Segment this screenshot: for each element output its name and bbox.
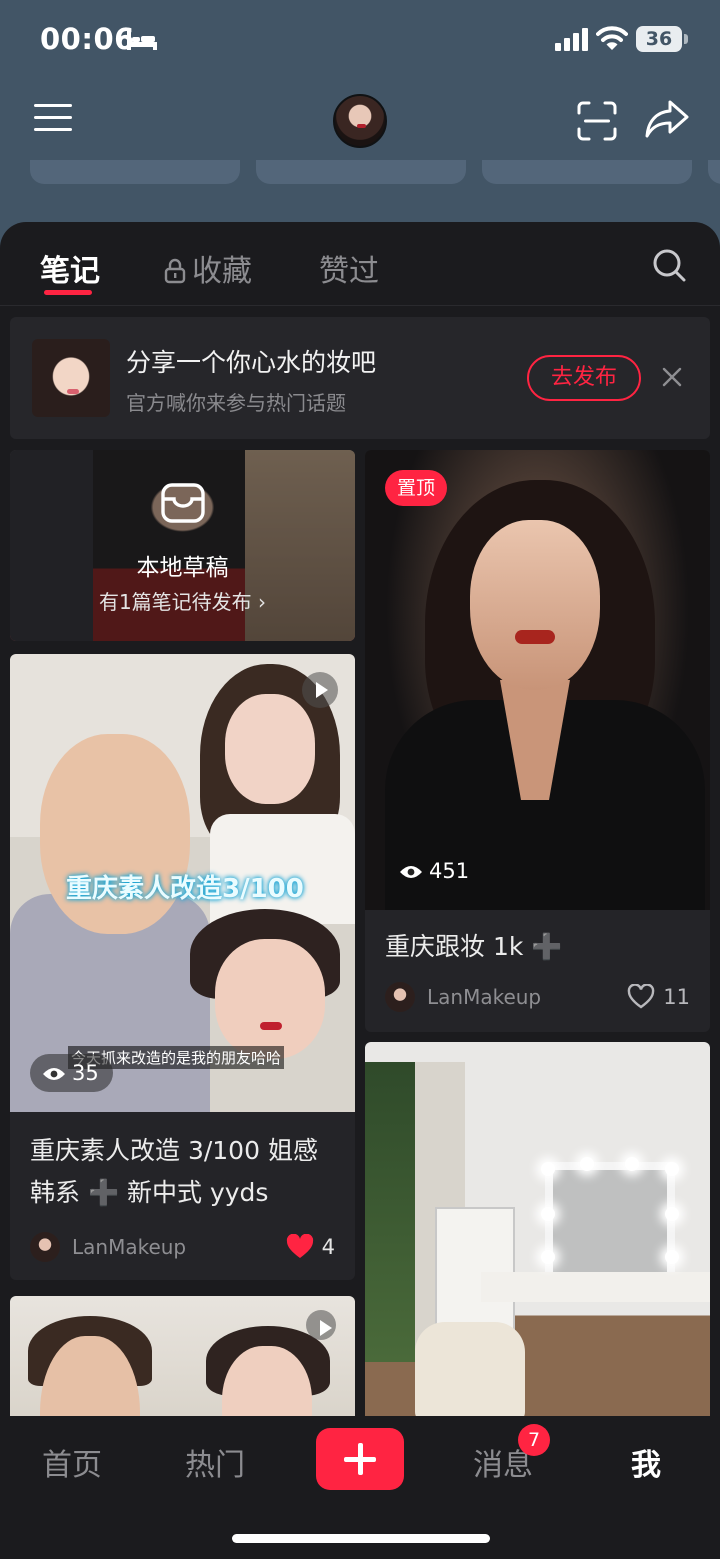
- messages-badge: 7: [518, 1424, 550, 1456]
- battery-icon: 36: [636, 26, 688, 52]
- author-avatar: [30, 1232, 60, 1262]
- note-cover-image: [365, 1042, 710, 1422]
- profile-tabs: 笔记 收藏 赞过: [0, 222, 720, 306]
- note-card[interactable]: [365, 1042, 710, 1422]
- tab-favorites[interactable]: 收藏: [164, 246, 252, 290]
- video-play-icon: [302, 672, 338, 708]
- wifi-icon: [596, 26, 628, 50]
- eye-icon: [43, 1068, 65, 1080]
- note-author[interactable]: LanMakeup: [30, 1230, 186, 1264]
- author-name: LanMakeup: [72, 1235, 187, 1259]
- publish-button[interactable]: 去发布: [527, 355, 641, 401]
- scan-icon[interactable]: [576, 100, 618, 142]
- profile-stat-pill[interactable]: [30, 160, 240, 184]
- heart-outline-icon: [628, 984, 655, 1009]
- profile-nav-bar: [0, 80, 720, 166]
- signal-icon: [555, 28, 588, 51]
- tab-favorites-label: 收藏: [192, 254, 252, 289]
- local-draft-card[interactable]: 本地草稿 有1篇笔记待发布 ›: [10, 450, 355, 641]
- nav-home[interactable]: 首页: [42, 1440, 102, 1484]
- pinned-note-card[interactable]: 置顶 451 重庆跟妆 1k ➕ LanMakeup 11: [365, 450, 710, 1032]
- nav-trending[interactable]: 热门: [185, 1440, 245, 1484]
- tab-active-indicator: [44, 290, 92, 295]
- pinned-badge: 置顶: [385, 470, 448, 506]
- home-indicator: [232, 1534, 490, 1543]
- note-card[interactable]: [10, 1296, 355, 1422]
- note-title: 重庆素人改造 3/100 姐感 韩系 ➕ 新中式 yyds: [30, 1136, 318, 1207]
- notes-sheet: 笔记 收藏 赞过 分享一个你心水的妆吧 官方喊你来参与热门话题 去发布 本地草稿…: [0, 222, 720, 1422]
- topic-banner[interactable]: 分享一个你心水的妆吧 官方喊你来参与热门话题 去发布: [10, 317, 710, 439]
- note-author[interactable]: LanMakeup: [385, 980, 541, 1014]
- share-icon[interactable]: [644, 98, 690, 140]
- profile-stat-pill[interactable]: [482, 160, 692, 184]
- like-count[interactable]: 4: [286, 1230, 335, 1264]
- note-title: 重庆跟妆 1k ➕: [385, 932, 563, 961]
- tab-notes[interactable]: 笔记: [40, 246, 100, 290]
- inbox-icon: [161, 483, 205, 523]
- view-count: 35: [30, 1054, 113, 1092]
- bottom-tab-bar: 首页 热门 消息 7 我: [0, 1416, 720, 1559]
- search-icon[interactable]: [652, 248, 686, 282]
- status-time: 00:06: [40, 22, 135, 56]
- view-count: 451: [387, 852, 483, 890]
- bed-icon: [127, 31, 157, 50]
- draft-subtitle: 有1篇笔记待发布 ›: [98, 590, 267, 614]
- banner-subtitle: 官方喊你来参与热门话题: [126, 391, 346, 415]
- like-count[interactable]: 11: [627, 980, 690, 1014]
- status-bar: 00:06 36: [0, 0, 720, 80]
- plus-icon[interactable]: [316, 1428, 404, 1490]
- close-icon[interactable]: [662, 367, 682, 387]
- author-avatar: [385, 982, 415, 1012]
- heart-filled-icon: [286, 1234, 313, 1258]
- note-card[interactable]: 重庆素人改造3/100 今天抓来改造的是我的朋友哈哈 35 重庆素人改造 3/1…: [10, 654, 355, 1280]
- banner-thumbnail: [32, 339, 110, 417]
- tab-liked[interactable]: 赞过: [319, 246, 379, 290]
- note-cover-image: [10, 1296, 355, 1422]
- banner-title: 分享一个你心水的妆吧: [126, 348, 377, 377]
- author-name: LanMakeup: [427, 985, 542, 1009]
- draft-title: 本地草稿: [136, 555, 229, 581]
- nav-me[interactable]: 我: [631, 1440, 661, 1484]
- profile-avatar[interactable]: [333, 94, 387, 148]
- note-cover-image: [365, 450, 710, 910]
- menu-icon[interactable]: [32, 100, 74, 136]
- profile-stat-pill[interactable]: [256, 160, 466, 184]
- video-play-icon: [306, 1310, 336, 1340]
- cover-overlay-text: 重庆素人改造3/100: [66, 874, 304, 904]
- eye-icon: [400, 866, 422, 878]
- lock-icon: [164, 258, 186, 284]
